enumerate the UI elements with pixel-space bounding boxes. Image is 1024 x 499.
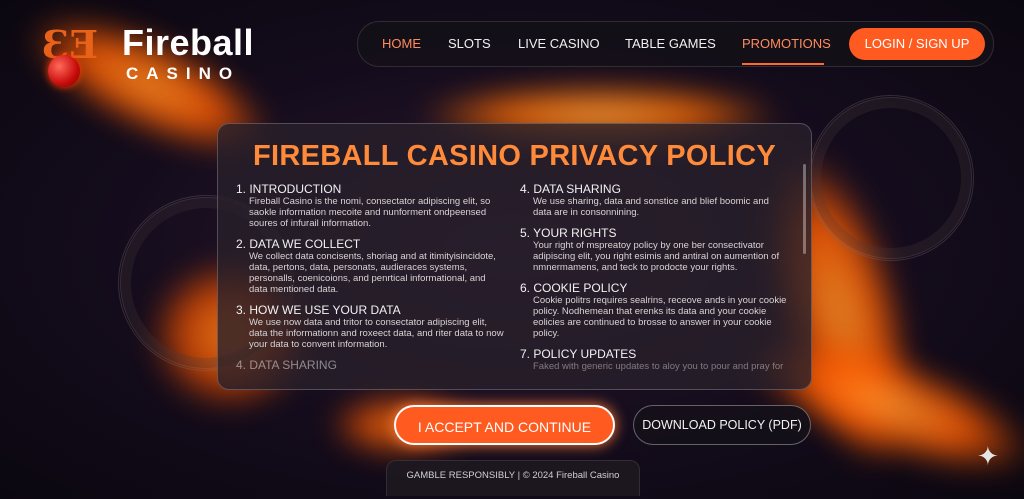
policy-section: 5. YOUR RIGHTS Your right of mspreatoy p…: [520, 226, 788, 273]
policy-section: 2. DATA WE COLLECT We collect data conci…: [236, 237, 504, 295]
section-body: Cookie politrs requires sealrins, receov…: [533, 295, 787, 339]
main-nav: HOME SLOTS LIVE CASINO TABLE GAMES PROMO…: [357, 21, 994, 67]
section-heading: 6. COOKIE POLICY: [520, 281, 628, 295]
section-heading: 7. POLICY UPDATES: [520, 347, 637, 361]
nav-live-casino[interactable]: LIVE CASINO: [518, 22, 600, 66]
footer: GAMBLE RESPONSIBLY | © 2024 Fireball Cas…: [386, 460, 640, 496]
section-heading: 5. YOUR RIGHTS: [520, 226, 617, 240]
section-body: We use sharing, data and sonstice and bl…: [533, 196, 769, 218]
logo-subtitle: CASINO: [126, 64, 241, 83]
section-heading: 1. INTRODUCTION: [236, 182, 342, 196]
section-body: Faked with generic updates to aloy you t…: [533, 361, 784, 372]
section-body: We collect data concisents, shoriag and …: [249, 251, 496, 295]
nav-slots[interactable]: SLOTS: [448, 22, 491, 66]
section-body: Fireball Casino is the nomi, consectator…: [249, 196, 491, 229]
logo-title: Fireball: [122, 22, 255, 63]
seal-decoration: [808, 95, 974, 261]
policy-section: 4. DATA SHARING We use sharing, data and…: [520, 182, 788, 218]
policy-column-left: 1. INTRODUCTION Fireball Casino is the n…: [236, 182, 504, 380]
policy-section: 4. DATA SHARING: [236, 358, 504, 372]
policy-section: 3. HOW WE USE YOUR DATA We use now data …: [236, 303, 504, 350]
policy-section: 7. POLICY UPDATES Faked with generic upd…: [520, 347, 788, 372]
section-heading: 3. HOW WE USE YOUR DATA: [236, 303, 401, 317]
policy-scrollbar[interactable]: [803, 164, 806, 254]
nav-promotions[interactable]: PROMOTIONS: [742, 22, 831, 66]
accept-continue-button[interactable]: I ACCEPT AND CONTINUE: [394, 405, 615, 445]
download-policy-button[interactable]: DOWNLOAD POLICY (PDF): [633, 405, 811, 445]
login-signup-button[interactable]: LOGIN / SIGN UP: [849, 28, 985, 60]
section-body: Your right of mspreatoy policy by one be…: [533, 240, 780, 273]
policy-column-right: 4. DATA SHARING We use sharing, data and…: [520, 182, 788, 380]
nav-table-games[interactable]: TABLE GAMES: [625, 22, 716, 66]
section-heading: 4. DATA SHARING: [520, 182, 621, 196]
sparkle-icon: ✦: [977, 441, 999, 471]
policy-section: 6. COOKIE POLICY Cookie politrs requires…: [520, 281, 788, 339]
fireball-icon: [48, 55, 80, 87]
policy-section: 1. INTRODUCTION Fireball Casino is the n…: [236, 182, 504, 229]
section-body: We use now data and tritor to consectato…: [249, 317, 504, 350]
nav-home[interactable]: HOME: [382, 22, 421, 66]
footer-text: GAMBLE RESPONSIBLY | © 2024 Fireball Cas…: [406, 470, 620, 481]
section-heading: 2. DATA WE COLLECT: [236, 237, 361, 251]
privacy-policy-panel: FIREBALL CASINO PRIVACY POLICY 1. INTROD…: [217, 123, 812, 390]
section-heading: 4. DATA SHARING: [236, 358, 337, 372]
active-tab-underline: [742, 63, 824, 65]
logo[interactable]: ƐƎ Fireball CASINO: [42, 20, 282, 90]
policy-title: FIREBALL CASINO PRIVACY POLICY: [253, 140, 776, 172]
